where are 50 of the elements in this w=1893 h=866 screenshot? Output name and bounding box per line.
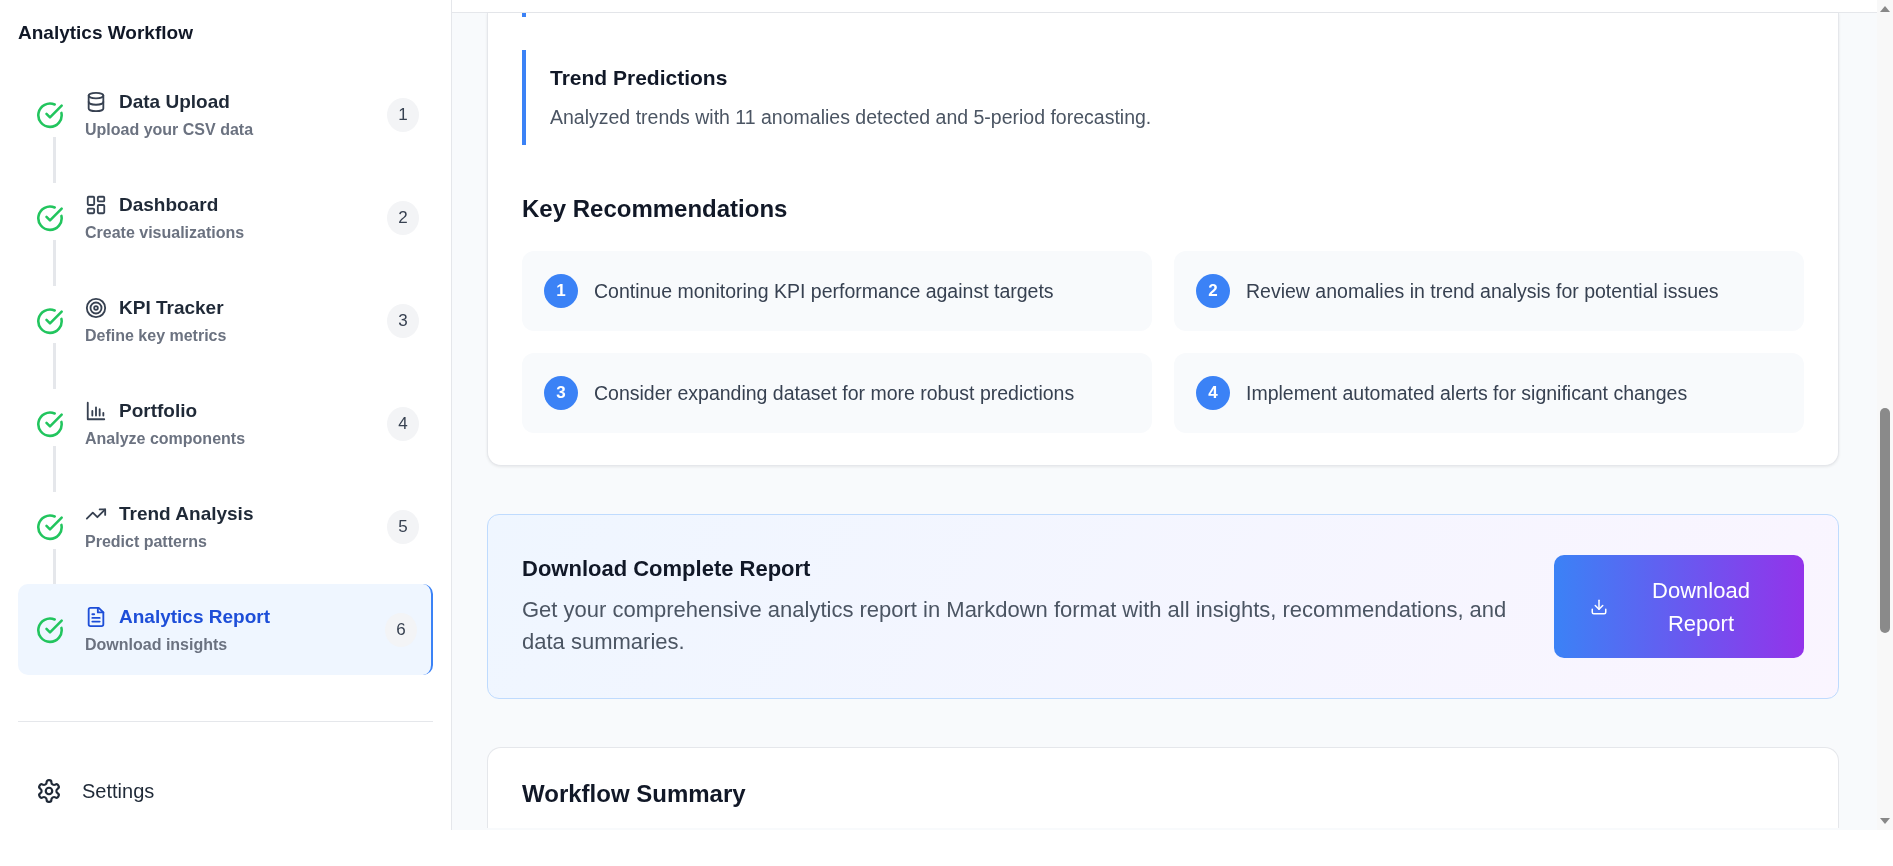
step-subtitle: Define key metrics [85, 326, 228, 345]
download-button[interactable]: Download Report [1554, 555, 1804, 658]
quote-border [522, 13, 526, 17]
bar-chart-icon [85, 399, 107, 422]
step-title: Trend Analysis [119, 502, 254, 525]
workflow-step[interactable]: Data Upload Upload your CSV data 1 [18, 69, 433, 160]
recommendation-number: 4 [1196, 376, 1230, 410]
document-icon [85, 605, 107, 628]
download-icon [1590, 597, 1608, 616]
recommendation-text: Implement automated alerts for significant changes [1246, 381, 1688, 405]
step-subtitle: Upload your CSV data [85, 120, 255, 139]
download-title: Download Complete Report [522, 555, 812, 582]
step-number: 6 [385, 612, 417, 647]
step-subtitle: Create visualizations [85, 223, 246, 242]
step-number: 4 [387, 406, 419, 441]
section-heading: Workflow Summary [522, 780, 747, 808]
download-description: Get your comprehensive analytics report in Markdown format with all insights, recommendations, and data summaries. [522, 595, 1508, 656]
step-number: 3 [387, 303, 419, 338]
workflow-step[interactable]: Portfolio Analyze components 4 [18, 378, 433, 469]
sidebar-title: Analytics Workflow [18, 22, 194, 44]
database-icon [85, 90, 107, 113]
step-subtitle: Predict patterns [85, 532, 208, 551]
grid-icon [85, 193, 107, 216]
recommendation-text: Consider expanding dataset for more robust predictions [594, 381, 1075, 405]
step-number: 1 [387, 97, 419, 132]
step-subtitle: Analyze components [85, 429, 247, 448]
settings-link[interactable]: Settings [36, 778, 433, 804]
step-title: Data Upload [119, 90, 230, 113]
recommendation-number: 3 [544, 376, 578, 410]
recommendation-text: Continue monitoring KPI performance against targets [594, 279, 1054, 303]
recommendation-number: 1 [544, 274, 578, 308]
step-title: Analytics Report [119, 605, 270, 628]
step-title: KPI Tracker [119, 296, 224, 319]
insight-title: Trend Predictions [550, 66, 729, 90]
workflow-step[interactable]: KPI Tracker Define key metrics 3 [18, 275, 433, 366]
workflow-step[interactable]: Trend Analysis Predict patterns 5 [18, 481, 433, 572]
settings-icon [36, 778, 62, 804]
scrollbar[interactable] [1877, 0, 1893, 830]
workflow-step[interactable]: Dashboard Create visualizations 2 [18, 172, 433, 263]
step-number: 5 [387, 509, 419, 544]
section-heading: Key Recommendations [522, 195, 789, 223]
step-title: Dashboard [119, 193, 219, 216]
step-number: 2 [387, 200, 419, 235]
target-icon [85, 296, 107, 319]
step-title: Portfolio [119, 399, 198, 422]
step-subtitle: Download insights [85, 635, 229, 654]
workflow-step[interactable]: Analytics Report Download insights 6 [18, 584, 433, 675]
recommendation-text: Review anomalies in trend analysis for potential issues [1246, 279, 1719, 303]
recommendation-number: 2 [1196, 274, 1230, 308]
insight-text: Analyzed trends with 11 anomalies detected and 5-period forecasting. [550, 106, 1153, 129]
